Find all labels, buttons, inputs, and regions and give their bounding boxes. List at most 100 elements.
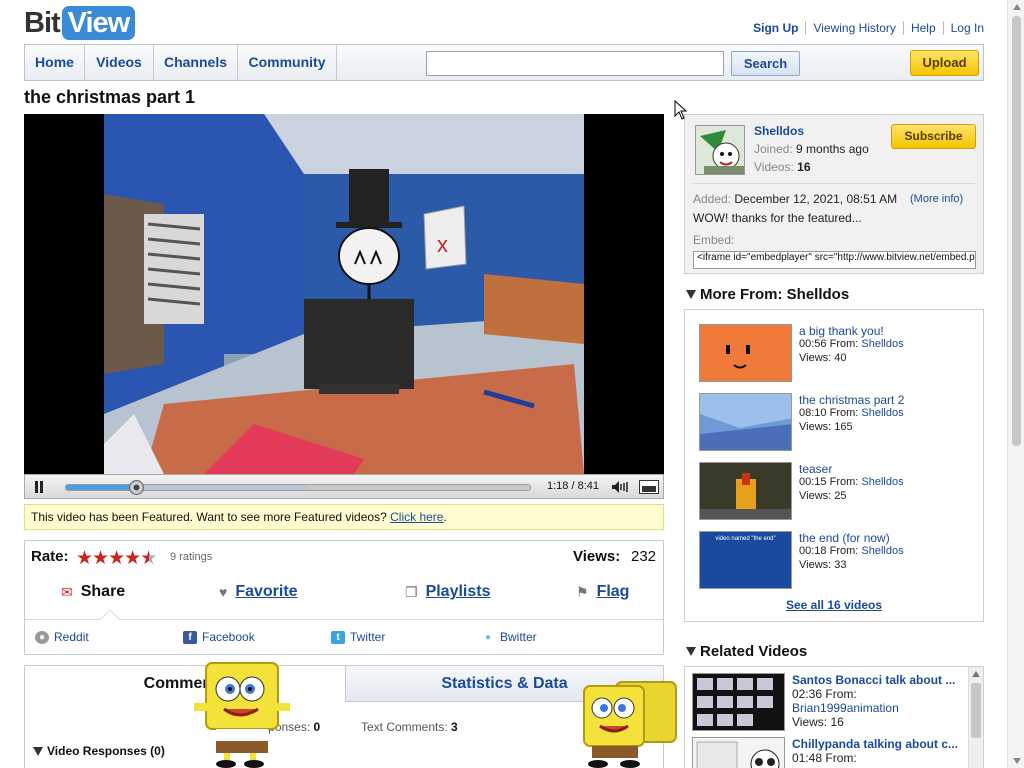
- viewing-history-link[interactable]: Viewing History: [805, 21, 902, 35]
- subscribe-button[interactable]: Subscribe: [891, 124, 976, 149]
- uploader-link[interactable]: Shelldos: [861, 338, 903, 350]
- related-videos-heading: Related Videos: [700, 643, 808, 660]
- uploader-link[interactable]: Shelldos: [861, 545, 903, 557]
- collapse-triangle-icon: [686, 647, 696, 656]
- search-button[interactable]: Search: [731, 51, 800, 76]
- star-icon[interactable]: ★: [76, 548, 93, 569]
- video-thumbnail[interactable]: [692, 737, 785, 768]
- video-player[interactable]: x: [24, 114, 664, 499]
- video-title-link[interactable]: the end (for now): [799, 531, 890, 545]
- views-value: 40: [834, 352, 847, 364]
- views-label: Views:: [799, 490, 832, 502]
- uploader-row: Brian1999animation: [792, 701, 899, 715]
- video-responses-toggle[interactable]: Video Responses (0): [33, 744, 165, 758]
- video-thumbnail[interactable]: [699, 393, 792, 451]
- more-from-toggle[interactable]: More From: Shelldos: [686, 286, 849, 303]
- video-actions: Rate: ★★★★★ 9 ratings Views: 232 ✉ Share …: [24, 540, 664, 655]
- duration: 02:36: [792, 687, 823, 701]
- twitter-link[interactable]: t Twitter: [331, 630, 385, 644]
- star-icon[interactable]: ★: [108, 548, 125, 569]
- reddit-link[interactable]: ● Reddit: [35, 630, 89, 644]
- featured-link[interactable]: Click here: [390, 510, 443, 524]
- bwitter-link[interactable]: ● Bwitter: [481, 630, 537, 644]
- scroll-up-icon[interactable]: [972, 671, 980, 677]
- video-title-link[interactable]: Santos Bonacci talk about ...: [792, 673, 962, 687]
- scroll-thumb[interactable]: [971, 683, 981, 738]
- heart-icon: ♥: [219, 584, 228, 600]
- video-title-link[interactable]: the christmas part 2: [799, 393, 904, 407]
- facebook-link[interactable]: f Facebook: [183, 630, 255, 644]
- channel-name[interactable]: Shelldos: [754, 124, 804, 138]
- thumbnail-text: video named "the end": [715, 536, 776, 542]
- video-title-link[interactable]: a big thank you!: [799, 324, 884, 338]
- from-label: From:: [829, 476, 859, 488]
- embed-code-field[interactable]: <iframe id="embedplayer" src="http://www…: [693, 251, 976, 269]
- avatar[interactable]: [695, 125, 745, 175]
- seek-handle[interactable]: [128, 480, 144, 495]
- star-icon[interactable]: ★: [92, 548, 109, 569]
- pause-icon[interactable]: [34, 481, 44, 493]
- page-scrollbar[interactable]: [1007, 0, 1024, 768]
- nav-home[interactable]: Home: [25, 45, 85, 80]
- video-thumbnail[interactable]: [699, 462, 792, 520]
- playlists-button[interactable]: ❐ Playlists: [405, 583, 491, 601]
- views-label: Views:: [792, 715, 828, 729]
- search-input[interactable]: [426, 51, 724, 76]
- duration: 08:10: [799, 407, 827, 419]
- featured-text: This video has been Featured. Want to se…: [31, 510, 387, 524]
- joined-row: Joined: 9 months ago: [754, 142, 869, 156]
- rating-stars[interactable]: ★★★★★: [76, 547, 157, 570]
- help-link[interactable]: Help: [902, 21, 943, 35]
- half-star-icon[interactable]: ★: [140, 548, 157, 569]
- share-pointer: [100, 609, 120, 629]
- logo-text-bit: Bit: [24, 6, 61, 39]
- uploader-link[interactable]: Shelldos: [861, 476, 903, 488]
- video-title-link[interactable]: Chillypanda talking about c...: [792, 737, 962, 751]
- flag-button[interactable]: ⚑ Flag: [576, 583, 629, 601]
- star-icon[interactable]: ★: [124, 548, 141, 569]
- volume-icon[interactable]: [611, 480, 631, 494]
- nav-channels[interactable]: Channels: [154, 45, 238, 80]
- scroll-down-icon[interactable]: [1013, 758, 1021, 764]
- videos-label: Videos:: [754, 160, 794, 174]
- video-title: the christmas part 1: [24, 87, 196, 107]
- duration: 01:48: [792, 751, 823, 765]
- related-scrollbar[interactable]: [968, 667, 983, 768]
- scroll-up-icon[interactable]: [1013, 4, 1021, 10]
- facebook-icon: f: [183, 630, 197, 644]
- fullscreen-icon[interactable]: [639, 480, 659, 494]
- share-button[interactable]: ✉ Share: [61, 583, 125, 601]
- see-all-videos-link[interactable]: See all 16 videos: [685, 598, 983, 612]
- seek-bar[interactable]: [65, 480, 531, 495]
- related-videos-toggle[interactable]: Related Videos: [686, 643, 807, 660]
- scroll-thumb[interactable]: [1012, 16, 1021, 446]
- nav-community[interactable]: Community: [238, 45, 337, 80]
- uploader-link[interactable]: Brian1999animation: [792, 701, 899, 715]
- playlists-label: Playlists: [425, 583, 491, 600]
- video-thumbnail[interactable]: video named "the end": [699, 531, 792, 589]
- nav-videos[interactable]: Videos: [85, 45, 154, 80]
- featured-end: .: [443, 510, 447, 524]
- log-in-link[interactable]: Log In: [942, 21, 984, 35]
- list-item[interactable]: a big thank you! 00:56 From: Shelldos Vi…: [699, 324, 979, 386]
- video-meta: 08:10 From: Shelldos: [799, 407, 904, 419]
- logo-text-view: View: [61, 6, 136, 40]
- video-thumbnail[interactable]: [692, 673, 785, 731]
- uploader-link[interactable]: Shelldos: [861, 407, 903, 419]
- more-info-link[interactable]: (More info): [910, 193, 963, 205]
- favorite-label: Favorite: [235, 583, 298, 600]
- videos-value: 16: [797, 160, 811, 174]
- sign-up-link[interactable]: Sign Up: [746, 21, 805, 35]
- twitter-icon: t: [331, 630, 345, 644]
- favorite-button[interactable]: ♥ Favorite: [219, 583, 298, 601]
- upload-button[interactable]: Upload: [910, 50, 979, 76]
- video-thumbnail[interactable]: [699, 324, 792, 382]
- list-item[interactable]: video named "the end" the end (for now) …: [699, 531, 979, 593]
- bitview-logo[interactable]: Bit View: [24, 5, 136, 41]
- reddit-label: Reddit: [54, 630, 89, 644]
- views-count: 232: [631, 548, 657, 565]
- list-item[interactable]: the christmas part 2 08:10 From: Shelldo…: [699, 393, 979, 455]
- list-item[interactable]: teaser 00:15 From: Shelldos Views: 25: [699, 462, 979, 524]
- video-title-link[interactable]: teaser: [799, 462, 832, 476]
- tab-comments[interactable]: Comments: [25, 666, 345, 702]
